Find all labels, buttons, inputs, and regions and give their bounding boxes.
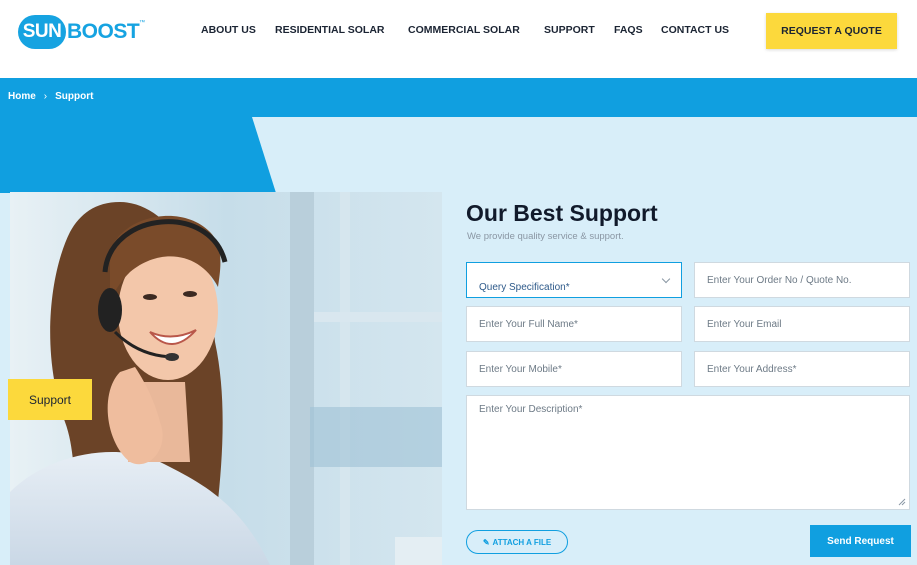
nav-about-us[interactable]: ABOUT US <box>201 24 256 36</box>
description-textarea[interactable]: Enter Your Description* <box>466 395 910 510</box>
resize-handle-icon[interactable] <box>898 498 906 506</box>
order-number-input[interactable]: Enter Your Order No / Quote No. <box>694 262 910 298</box>
full-name-input[interactable]: Enter Your Full Name* <box>466 306 682 342</box>
page-subtitle: We provide quality service & support. <box>467 231 624 242</box>
site-header: SUN BOOST ™ ABOUT US RESIDENTIAL SOLAR C… <box>0 0 917 78</box>
support-label-tab: Support <box>8 379 92 420</box>
request-quote-button[interactable]: REQUEST A QUOTE <box>766 13 897 49</box>
sunboost-logo[interactable]: SUN BOOST ™ <box>18 14 145 50</box>
nav-support[interactable]: SUPPORT <box>544 24 595 36</box>
send-request-button[interactable]: Send Request <box>810 525 911 557</box>
breadcrumb-home-link[interactable]: Home <box>8 91 36 102</box>
chevron-down-icon <box>661 274 671 284</box>
paperclip-icon: ✎ <box>482 537 490 547</box>
breadcrumb: Home › Support <box>8 91 93 102</box>
address-input[interactable]: Enter Your Address* <box>694 351 910 387</box>
logo-wordmark: BOOST <box>67 20 140 43</box>
breadcrumb-current: Support <box>55 91 94 102</box>
mobile-input[interactable]: Enter Your Mobile* <box>466 351 682 387</box>
trademark-mark: ™ <box>139 20 146 26</box>
breadcrumb-separator-icon: › <box>43 91 48 102</box>
attach-file-label: ATTACH A FILE <box>492 537 552 547</box>
nav-contact-us[interactable]: CONTACT US <box>661 24 729 36</box>
query-select-value: Query Specification* <box>479 282 570 293</box>
breadcrumb-bar: Home › Support <box>0 78 917 117</box>
nav-faqs[interactable]: FAQS <box>614 24 643 36</box>
nav-residential-solar[interactable]: RESIDENTIAL SOLAR <box>275 24 384 36</box>
query-specification-select[interactable]: Query Specification* <box>466 262 682 298</box>
page-title: Our Best Support <box>466 200 658 226</box>
logo-sun-mark: SUN <box>18 15 66 49</box>
nav-commercial-solar[interactable]: COMMERCIAL SOLAR <box>408 24 520 36</box>
description-placeholder: Enter Your Description* <box>479 404 583 415</box>
attach-file-button[interactable]: ✎ ATTACH A FILE <box>466 530 568 554</box>
email-input[interactable]: Enter Your Email <box>694 306 910 342</box>
